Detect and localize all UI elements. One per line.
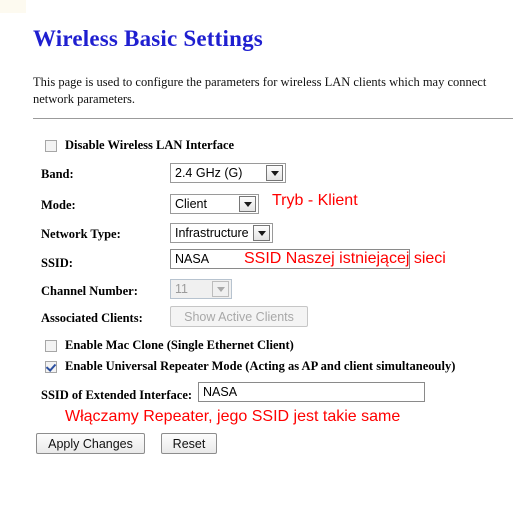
extended-ssid-input[interactable]: NASA xyxy=(198,382,425,402)
chevron-down-icon[interactable] xyxy=(239,196,256,212)
mode-select[interactable]: Client xyxy=(170,194,259,214)
annotation-ssid: SSID Naszej istniejącej sieci xyxy=(244,250,446,267)
annotation-repeater: Włączamy Repeater, jego SSID jest takie … xyxy=(65,408,401,425)
channel-number-select-value: 11 xyxy=(175,282,188,296)
universal-repeater-label: Enable Universal Repeater Mode (Acting a… xyxy=(65,359,456,373)
mode-select-value: Client xyxy=(175,197,207,211)
mac-clone-label: Enable Mac Clone (Single Ethernet Client… xyxy=(65,338,294,352)
page-description-line-2: network parameters. xyxy=(33,92,136,106)
network-type-select[interactable]: Infrastructure xyxy=(170,223,273,243)
associated-clients-label: Associated Clients: xyxy=(41,311,143,325)
universal-repeater-checkbox[interactable] xyxy=(45,361,57,373)
mac-clone-checkbox[interactable] xyxy=(45,340,57,352)
page-description: This page is used to configure the param… xyxy=(33,74,513,108)
show-active-clients-button: Show Active Clients xyxy=(170,306,308,327)
ssid-label: SSID: xyxy=(41,256,73,270)
page-description-line-1: This page is used to configure the param… xyxy=(33,75,487,89)
annotation-mode: Tryb - Klient xyxy=(272,192,358,209)
page-title: Wireless Basic Settings xyxy=(33,26,263,51)
wireless-basic-settings-page: Wireless Basic Settings This page is use… xyxy=(0,0,513,506)
channel-number-label: Channel Number: xyxy=(41,284,138,298)
chevron-down-icon xyxy=(212,281,229,297)
band-select[interactable]: 2.4 GHz (G) xyxy=(170,163,286,183)
mode-label: Mode: xyxy=(41,198,76,212)
disable-wlan-label: Disable Wireless LAN Interface xyxy=(65,138,235,152)
band-label: Band: xyxy=(41,167,74,181)
chevron-down-icon[interactable] xyxy=(253,225,270,241)
disable-wlan-checkbox[interactable] xyxy=(45,140,57,152)
chevron-down-icon[interactable] xyxy=(266,165,283,181)
network-type-label: Network Type: xyxy=(41,227,121,241)
reset-button[interactable]: Reset xyxy=(161,433,217,454)
network-type-select-value: Infrastructure xyxy=(175,226,249,240)
band-select-value: 2.4 GHz (G) xyxy=(175,166,243,180)
channel-number-select: 11 xyxy=(170,279,232,299)
extended-ssid-label: SSID of Extended Interface: xyxy=(41,388,193,402)
apply-changes-button[interactable]: Apply Changes xyxy=(36,433,145,454)
horizontal-divider xyxy=(33,118,513,119)
